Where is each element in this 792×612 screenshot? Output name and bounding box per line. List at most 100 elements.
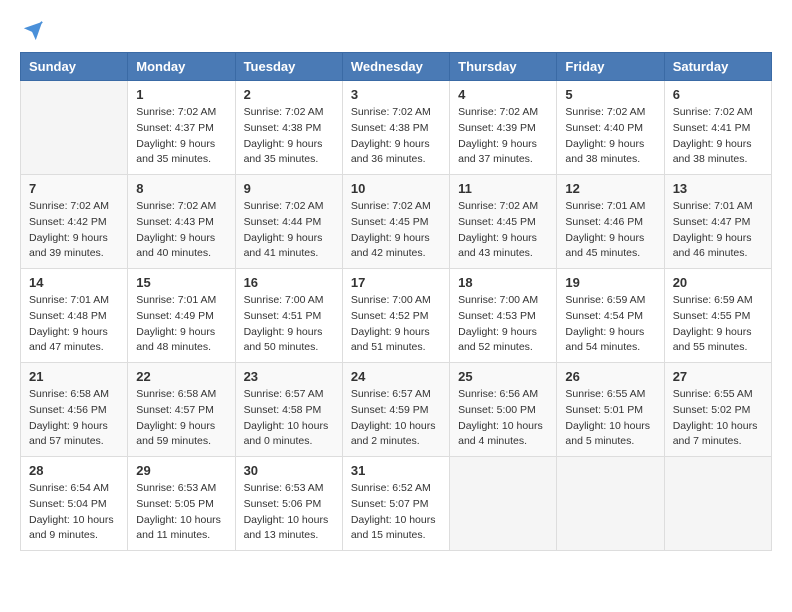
daylight-text: Daylight: 10 hours and 2 minutes. xyxy=(351,420,436,448)
daylight-text: Daylight: 9 hours and 39 minutes. xyxy=(29,232,108,260)
day-number: 25 xyxy=(458,369,548,384)
calendar-cell: 7 Sunrise: 7:02 AM Sunset: 4:42 PM Dayli… xyxy=(21,175,128,269)
calendar-cell xyxy=(664,457,771,551)
daylight-text: Daylight: 9 hours and 45 minutes. xyxy=(565,232,644,260)
day-info: Sunrise: 7:00 AM Sunset: 4:53 PM Dayligh… xyxy=(458,293,548,356)
calendar-cell xyxy=(21,81,128,175)
sunrise-text: Sunrise: 6:56 AM xyxy=(458,388,538,400)
day-info: Sunrise: 6:58 AM Sunset: 4:57 PM Dayligh… xyxy=(136,387,226,450)
sunrise-text: Sunrise: 6:57 AM xyxy=(244,388,324,400)
calendar-week-row-4: 21 Sunrise: 6:58 AM Sunset: 4:56 PM Dayl… xyxy=(21,363,772,457)
sunrise-text: Sunrise: 7:01 AM xyxy=(673,200,753,212)
sunset-text: Sunset: 4:54 PM xyxy=(565,310,643,322)
day-info: Sunrise: 7:02 AM Sunset: 4:39 PM Dayligh… xyxy=(458,105,548,168)
day-info: Sunrise: 7:01 AM Sunset: 4:47 PM Dayligh… xyxy=(673,199,763,262)
day-info: Sunrise: 6:55 AM Sunset: 5:02 PM Dayligh… xyxy=(673,387,763,450)
day-number: 24 xyxy=(351,369,441,384)
calendar-cell: 9 Sunrise: 7:02 AM Sunset: 4:44 PM Dayli… xyxy=(235,175,342,269)
sunset-text: Sunset: 4:40 PM xyxy=(565,122,643,134)
calendar-week-row-1: 1 Sunrise: 7:02 AM Sunset: 4:37 PM Dayli… xyxy=(21,81,772,175)
day-info: Sunrise: 6:59 AM Sunset: 4:54 PM Dayligh… xyxy=(565,293,655,356)
sunset-text: Sunset: 4:45 PM xyxy=(351,216,429,228)
header xyxy=(20,20,772,42)
calendar-week-row-2: 7 Sunrise: 7:02 AM Sunset: 4:42 PM Dayli… xyxy=(21,175,772,269)
calendar-cell: 1 Sunrise: 7:02 AM Sunset: 4:37 PM Dayli… xyxy=(128,81,235,175)
sunset-text: Sunset: 4:59 PM xyxy=(351,404,429,416)
sunrise-text: Sunrise: 6:52 AM xyxy=(351,482,431,494)
sunrise-text: Sunrise: 7:02 AM xyxy=(458,200,538,212)
daylight-text: Daylight: 10 hours and 9 minutes. xyxy=(29,514,114,542)
day-number: 7 xyxy=(29,181,119,196)
day-number: 3 xyxy=(351,87,441,102)
sunset-text: Sunset: 5:05 PM xyxy=(136,498,214,510)
day-info: Sunrise: 7:02 AM Sunset: 4:44 PM Dayligh… xyxy=(244,199,334,262)
sunset-text: Sunset: 5:01 PM xyxy=(565,404,643,416)
logo-bird-icon xyxy=(22,20,44,42)
day-number: 17 xyxy=(351,275,441,290)
day-info: Sunrise: 7:02 AM Sunset: 4:38 PM Dayligh… xyxy=(351,105,441,168)
calendar-header-saturday: Saturday xyxy=(664,53,771,81)
calendar-cell: 31 Sunrise: 6:52 AM Sunset: 5:07 PM Dayl… xyxy=(342,457,449,551)
day-info: Sunrise: 7:02 AM Sunset: 4:42 PM Dayligh… xyxy=(29,199,119,262)
day-info: Sunrise: 6:59 AM Sunset: 4:55 PM Dayligh… xyxy=(673,293,763,356)
sunset-text: Sunset: 5:02 PM xyxy=(673,404,751,416)
calendar-cell: 29 Sunrise: 6:53 AM Sunset: 5:05 PM Dayl… xyxy=(128,457,235,551)
sunset-text: Sunset: 4:53 PM xyxy=(458,310,536,322)
sunset-text: Sunset: 4:44 PM xyxy=(244,216,322,228)
daylight-text: Daylight: 9 hours and 36 minutes. xyxy=(351,138,430,166)
day-info: Sunrise: 6:52 AM Sunset: 5:07 PM Dayligh… xyxy=(351,481,441,544)
sunrise-text: Sunrise: 7:02 AM xyxy=(29,200,109,212)
day-info: Sunrise: 7:02 AM Sunset: 4:45 PM Dayligh… xyxy=(458,199,548,262)
logo xyxy=(20,20,44,42)
day-number: 11 xyxy=(458,181,548,196)
calendar-table: SundayMondayTuesdayWednesdayThursdayFrid… xyxy=(20,52,772,551)
day-info: Sunrise: 7:02 AM Sunset: 4:37 PM Dayligh… xyxy=(136,105,226,168)
daylight-text: Daylight: 9 hours and 59 minutes. xyxy=(136,420,215,448)
daylight-text: Daylight: 9 hours and 35 minutes. xyxy=(244,138,323,166)
calendar-cell xyxy=(450,457,557,551)
sunset-text: Sunset: 4:58 PM xyxy=(244,404,322,416)
day-info: Sunrise: 6:53 AM Sunset: 5:05 PM Dayligh… xyxy=(136,481,226,544)
daylight-text: Daylight: 9 hours and 38 minutes. xyxy=(565,138,644,166)
calendar-cell: 20 Sunrise: 6:59 AM Sunset: 4:55 PM Dayl… xyxy=(664,269,771,363)
calendar-header-sunday: Sunday xyxy=(21,53,128,81)
calendar-cell: 23 Sunrise: 6:57 AM Sunset: 4:58 PM Dayl… xyxy=(235,363,342,457)
day-info: Sunrise: 7:01 AM Sunset: 4:46 PM Dayligh… xyxy=(565,199,655,262)
sunrise-text: Sunrise: 7:02 AM xyxy=(351,200,431,212)
day-number: 16 xyxy=(244,275,334,290)
calendar-cell: 17 Sunrise: 7:00 AM Sunset: 4:52 PM Dayl… xyxy=(342,269,449,363)
calendar-cell: 14 Sunrise: 7:01 AM Sunset: 4:48 PM Dayl… xyxy=(21,269,128,363)
calendar-cell: 28 Sunrise: 6:54 AM Sunset: 5:04 PM Dayl… xyxy=(21,457,128,551)
calendar-header-thursday: Thursday xyxy=(450,53,557,81)
day-info: Sunrise: 6:53 AM Sunset: 5:06 PM Dayligh… xyxy=(244,481,334,544)
calendar-cell: 25 Sunrise: 6:56 AM Sunset: 5:00 PM Dayl… xyxy=(450,363,557,457)
daylight-text: Daylight: 9 hours and 40 minutes. xyxy=(136,232,215,260)
day-number: 2 xyxy=(244,87,334,102)
calendar-header-tuesday: Tuesday xyxy=(235,53,342,81)
sunrise-text: Sunrise: 6:55 AM xyxy=(565,388,645,400)
calendar-header-monday: Monday xyxy=(128,53,235,81)
sunset-text: Sunset: 5:07 PM xyxy=(351,498,429,510)
daylight-text: Daylight: 9 hours and 52 minutes. xyxy=(458,326,537,354)
day-info: Sunrise: 7:01 AM Sunset: 4:49 PM Dayligh… xyxy=(136,293,226,356)
sunset-text: Sunset: 4:55 PM xyxy=(673,310,751,322)
sunrise-text: Sunrise: 7:01 AM xyxy=(565,200,645,212)
calendar-cell: 8 Sunrise: 7:02 AM Sunset: 4:43 PM Dayli… xyxy=(128,175,235,269)
calendar-cell: 10 Sunrise: 7:02 AM Sunset: 4:45 PM Dayl… xyxy=(342,175,449,269)
sunset-text: Sunset: 4:39 PM xyxy=(458,122,536,134)
day-info: Sunrise: 7:02 AM Sunset: 4:41 PM Dayligh… xyxy=(673,105,763,168)
day-number: 26 xyxy=(565,369,655,384)
day-number: 12 xyxy=(565,181,655,196)
sunrise-text: Sunrise: 7:02 AM xyxy=(136,200,216,212)
calendar-cell: 5 Sunrise: 7:02 AM Sunset: 4:40 PM Dayli… xyxy=(557,81,664,175)
sunrise-text: Sunrise: 6:58 AM xyxy=(29,388,109,400)
sunrise-text: Sunrise: 7:00 AM xyxy=(458,294,538,306)
daylight-text: Daylight: 10 hours and 15 minutes. xyxy=(351,514,436,542)
calendar-cell: 2 Sunrise: 7:02 AM Sunset: 4:38 PM Dayli… xyxy=(235,81,342,175)
day-number: 28 xyxy=(29,463,119,478)
calendar-header-wednesday: Wednesday xyxy=(342,53,449,81)
daylight-text: Daylight: 10 hours and 5 minutes. xyxy=(565,420,650,448)
daylight-text: Daylight: 9 hours and 54 minutes. xyxy=(565,326,644,354)
daylight-text: Daylight: 10 hours and 0 minutes. xyxy=(244,420,329,448)
sunset-text: Sunset: 4:38 PM xyxy=(244,122,322,134)
